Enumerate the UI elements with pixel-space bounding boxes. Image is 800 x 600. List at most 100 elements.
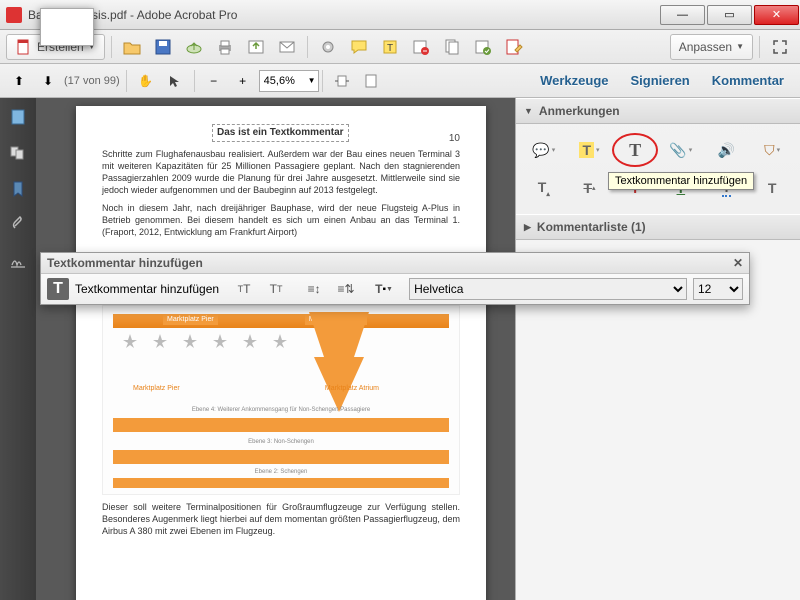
text-color-button[interactable]: T▪ ▼ <box>371 278 397 300</box>
folder-open-icon <box>123 38 141 56</box>
font-family-select[interactable]: Helvetica <box>409 278 687 300</box>
save-button[interactable] <box>149 34 177 60</box>
edit-button[interactable] <box>500 34 528 60</box>
text-tool-label: Textkommentar hinzufügen <box>75 282 219 296</box>
edit-icon <box>505 38 523 56</box>
page-up-button[interactable]: ⬆ <box>6 68 32 94</box>
signature-icon <box>9 252 27 270</box>
text-correction-tool[interactable]: T <box>752 174 792 202</box>
highlight-icon: T <box>381 38 399 56</box>
organize-button[interactable] <box>438 34 466 60</box>
airplane-icon <box>271 332 289 350</box>
maximize-button[interactable]: ▭ <box>707 5 752 25</box>
body-text: Noch in diesem Jahr, nach dreijähriger B… <box>102 202 460 238</box>
pages-nav-icon <box>9 144 27 162</box>
redact-button[interactable] <box>469 34 497 60</box>
stamp-tool[interactable]: ⛉▾ <box>752 136 792 164</box>
highlight-text-tool[interactable]: T▾ <box>570 136 610 164</box>
annotations-header[interactable]: ▼ Anmerkungen <box>516 98 800 124</box>
comment-tab[interactable]: Kommentar <box>702 69 794 92</box>
document-pane[interactable]: 10 Das ist ein Textkommentar Schritte zu… <box>36 98 515 600</box>
comment-bubble-button[interactable] <box>345 34 373 60</box>
fit-page-button[interactable] <box>358 68 384 94</box>
text-comment-toolbar-title: Textkommentar hinzufügen <box>47 256 203 270</box>
pages-nav-button[interactable] <box>7 142 29 164</box>
tools-tab[interactable]: Werkzeuge <box>530 69 618 92</box>
sign-tab[interactable]: Signieren <box>621 69 700 92</box>
customize-label: Anpassen <box>679 40 732 54</box>
open-button[interactable] <box>118 34 146 60</box>
close-button[interactable]: ✕ <box>754 5 799 25</box>
work-area: 10 Das ist ein Textkommentar Schritte zu… <box>0 98 800 600</box>
bookmarks-button[interactable] <box>7 178 29 200</box>
minimize-button[interactable]: ― <box>660 5 705 25</box>
decrease-line-spacing-button[interactable]: ≡↕ <box>301 278 327 300</box>
zoom-out-button[interactable]: − <box>201 68 227 94</box>
create-icon <box>15 38 33 56</box>
zoom-in-button[interactable]: + <box>230 68 256 94</box>
delete-comment-button[interactable] <box>407 34 435 60</box>
collapse-icon: ▼ <box>524 106 533 116</box>
text-comment[interactable]: Das ist ein Textkommentar <box>212 124 349 142</box>
text-comment-toolbar-row: T Textkommentar hinzufügen TT TT ≡↕ ≡⇅ T… <box>41 274 749 304</box>
airplane-icon <box>181 332 199 350</box>
fullscreen-button[interactable] <box>766 34 794 60</box>
diagram-label: Marktplatz Pier <box>163 314 218 325</box>
insert-text-tool[interactable]: T▴ <box>524 174 564 202</box>
page-down-button[interactable]: ⬇ <box>35 68 61 94</box>
commentlist-title: Kommentarliste (1) <box>537 220 646 234</box>
replace-text-tool[interactable]: T▴ <box>570 174 610 202</box>
print-button[interactable] <box>211 34 239 60</box>
airplane-icon <box>121 332 139 350</box>
hand-tool-button[interactable]: ✋ <box>133 68 159 94</box>
close-toolbar-button[interactable]: ✕ <box>733 256 743 270</box>
decrease-size-button[interactable]: TT <box>231 278 257 300</box>
sticky-note-tool[interactable]: 💬▾ <box>524 136 564 164</box>
speech-bubble-icon <box>350 38 368 56</box>
titlebar: Bachelorthesis.pdf - Adobe Acrobat Pro ―… <box>0 0 800 30</box>
annotations-title: Anmerkungen <box>539 104 620 118</box>
zoom-input[interactable] <box>259 70 319 92</box>
add-text-comment-tool[interactable]: T <box>615 136 655 164</box>
body-text: Schritte zum Flughafenausbau realisiert.… <box>102 148 460 197</box>
diagram-caption: Ebene 4: Weiterer Ankommensgang für Non-… <box>113 406 449 414</box>
airplane-icon <box>211 332 229 350</box>
email-button[interactable] <box>273 34 301 60</box>
fullscreen-icon <box>771 38 789 56</box>
cloud-button[interactable] <box>180 34 208 60</box>
text-comment-toolbar-header[interactable]: Textkommentar hinzufügen ✕ <box>41 253 749 274</box>
gear-icon <box>319 38 337 56</box>
comments-panel: ▼ Anmerkungen 💬▾ T▾ T 📎▾ 🔊 ⛉▾ T▴ T▴ T T … <box>515 98 800 600</box>
thumbnails-icon <box>9 108 27 126</box>
commentlist-header[interactable]: ▶ Kommentarliste (1) <box>516 214 800 240</box>
pdf-page: 10 Das ist ein Textkommentar Schritte zu… <box>76 106 486 600</box>
fit-page-icon <box>363 74 379 88</box>
body-text: Dieser soll weitere Terminalpositionen f… <box>102 501 460 537</box>
attachments-button[interactable] <box>7 214 29 236</box>
record-audio-tool[interactable]: 🔊 <box>707 136 747 164</box>
toolbar-navigation: ⬆ ⬇ (17 von 99) ✋ − + ▼ Werkzeuge Signie… <box>0 64 800 98</box>
fit-width-icon <box>334 74 350 88</box>
share-button[interactable] <box>242 34 270 60</box>
cloud-icon <box>185 38 203 56</box>
window-controls: ― ▭ ✕ <box>659 3 800 27</box>
settings-button[interactable] <box>314 34 342 60</box>
diagram-caption: Marktplatz Atrium <box>325 384 379 393</box>
increase-size-button[interactable]: TT <box>263 278 289 300</box>
diagram-caption: Ebene 3: Non-Schengen <box>113 438 449 446</box>
highlight-button[interactable]: T <box>376 34 404 60</box>
signatures-nav-button[interactable] <box>7 250 29 272</box>
toolbar-primary: Erstellen ▼ T Anpassen ▼ <box>0 30 800 64</box>
select-tool-button[interactable] <box>162 68 188 94</box>
increase-line-spacing-button[interactable]: ≡⇅ <box>333 278 359 300</box>
customize-button[interactable]: Anpassen ▼ <box>670 34 753 60</box>
page-number-input[interactable] <box>40 8 94 46</box>
paperclip-icon <box>9 216 27 234</box>
window-title: Bachelorthesis.pdf - Adobe Acrobat Pro <box>28 8 659 22</box>
thumbnails-button[interactable] <box>7 106 29 128</box>
font-size-select[interactable]: 12 <box>693 278 743 300</box>
fit-width-button[interactable] <box>329 68 355 94</box>
page-total: (17 von 99) <box>64 75 120 87</box>
attach-file-tool[interactable]: 📎▾ <box>661 136 701 164</box>
diagram-caption: Ebene 2: Schengen <box>113 468 449 476</box>
